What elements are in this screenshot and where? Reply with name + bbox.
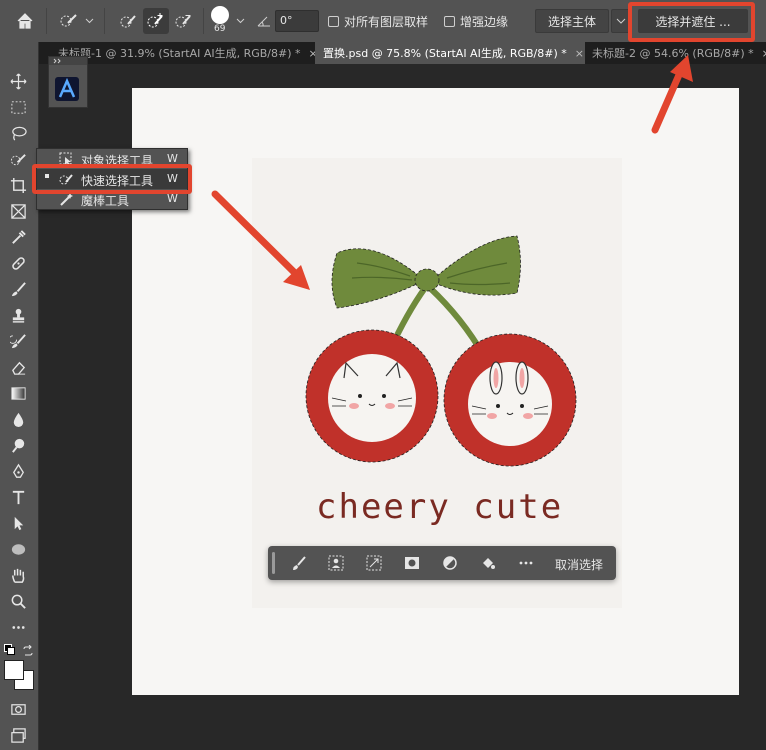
quick-select-highlight bbox=[32, 164, 192, 194]
dodge-icon[interactable] bbox=[6, 434, 30, 456]
separator bbox=[104, 8, 105, 34]
deselect-button[interactable]: 取消选择 bbox=[555, 556, 603, 573]
stamp-icon[interactable] bbox=[6, 304, 30, 326]
move-icon[interactable] bbox=[6, 70, 30, 92]
left-cherry bbox=[305, 329, 439, 463]
brush-settings-icon[interactable] bbox=[211, 6, 229, 24]
document-tab-bar: 未标题-1 @ 31.9% (StartAI AI生成, RGB/8#) * × … bbox=[38, 42, 766, 64]
tool-preset-chevron-icon[interactable] bbox=[82, 8, 96, 34]
frame-icon[interactable] bbox=[6, 200, 30, 222]
angle-icon bbox=[254, 8, 274, 34]
brush-icon[interactable] bbox=[6, 278, 30, 300]
separator bbox=[203, 8, 204, 34]
more-options-icon[interactable] bbox=[515, 553, 537, 573]
gradient-icon[interactable] bbox=[6, 382, 30, 404]
tools-panel bbox=[0, 42, 39, 750]
subtract-selection-icon[interactable] bbox=[171, 8, 197, 34]
tab-untitled-2[interactable]: 未标题-2 @ 54.6% (RGB/8#) *× bbox=[584, 42, 766, 64]
history-brush-icon[interactable] bbox=[6, 330, 30, 352]
select-and-mask-highlight bbox=[628, 2, 755, 42]
brush-chevron-icon[interactable] bbox=[233, 8, 247, 34]
panel-header bbox=[49, 57, 87, 65]
tab-replace-psd[interactable]: 置换.psd @ 75.8% (StartAI AI生成, RGB/8#) * × bbox=[315, 42, 585, 64]
separator bbox=[46, 8, 47, 34]
mask-icon[interactable] bbox=[401, 553, 423, 573]
more-icon[interactable] bbox=[6, 616, 30, 638]
tab-close-icon[interactable]: × bbox=[762, 47, 766, 60]
tab-untitled-1[interactable]: 未标题-1 @ 31.9% (StartAI AI生成, RGB/8#) * × bbox=[50, 42, 352, 64]
marquee-icon[interactable] bbox=[6, 96, 30, 118]
new-selection-icon[interactable] bbox=[116, 8, 142, 34]
select-subject-button[interactable]: 选择主体 bbox=[535, 9, 609, 33]
sample-all-layers-label: 对所有图层取样 bbox=[344, 15, 429, 29]
lasso-icon[interactable] bbox=[6, 122, 30, 144]
ellipse-icon[interactable] bbox=[6, 538, 30, 560]
quick-mask-icon[interactable] bbox=[6, 698, 30, 720]
swap-colors-icon[interactable] bbox=[22, 642, 34, 656]
pen-icon[interactable] bbox=[6, 460, 30, 482]
brush-size-value: 69 bbox=[214, 24, 226, 34]
startai-logo-icon[interactable] bbox=[55, 77, 79, 101]
artwork: cheery cute bbox=[252, 158, 622, 608]
home-icon[interactable] bbox=[12, 8, 38, 34]
select-subject-icon[interactable] bbox=[325, 553, 347, 573]
path-select-icon[interactable] bbox=[6, 512, 30, 534]
healing-icon[interactable] bbox=[6, 252, 30, 274]
enhance-edge-checkbox[interactable] bbox=[444, 16, 455, 27]
artwork-text: cheery cute bbox=[316, 487, 563, 527]
eyedropper-icon[interactable] bbox=[6, 226, 30, 248]
fill-selection-icon[interactable] bbox=[477, 553, 499, 573]
blur-icon[interactable] bbox=[6, 408, 30, 430]
crop-icon[interactable] bbox=[6, 174, 30, 196]
screen-mode-icon[interactable] bbox=[6, 724, 30, 746]
eraser-icon[interactable] bbox=[6, 356, 30, 378]
right-cherry bbox=[443, 333, 577, 467]
brush-refine-icon[interactable] bbox=[288, 553, 310, 573]
quick-select-icon[interactable] bbox=[6, 148, 30, 170]
enhance-edge-label: 增强边缘 bbox=[460, 15, 509, 29]
document-canvas[interactable]: cheery cute bbox=[132, 88, 739, 695]
drag-handle[interactable] bbox=[272, 552, 275, 574]
foreground-color-swatch[interactable] bbox=[4, 660, 24, 680]
sample-all-layers-checkbox[interactable] bbox=[328, 16, 339, 27]
add-to-selection-icon[interactable] bbox=[143, 8, 169, 34]
options-bar: 69 0° 对所有图层取样 增强边缘 选择主体 选择并遮住 ... bbox=[0, 0, 766, 43]
contextual-task-bar: 取消选择 bbox=[268, 546, 616, 580]
type-icon[interactable] bbox=[6, 486, 30, 508]
adjustment-layer-icon[interactable] bbox=[439, 553, 461, 573]
zoom-icon[interactable] bbox=[6, 590, 30, 612]
default-colors-icon[interactable] bbox=[4, 644, 15, 655]
angle-input[interactable]: 0° bbox=[275, 10, 319, 32]
hand-icon[interactable] bbox=[6, 564, 30, 586]
invert-selection-icon[interactable] bbox=[363, 553, 385, 573]
tab-close-icon[interactable]: × bbox=[575, 47, 584, 60]
quick-select-icon[interactable] bbox=[56, 8, 82, 34]
plugin-panel bbox=[48, 56, 88, 108]
